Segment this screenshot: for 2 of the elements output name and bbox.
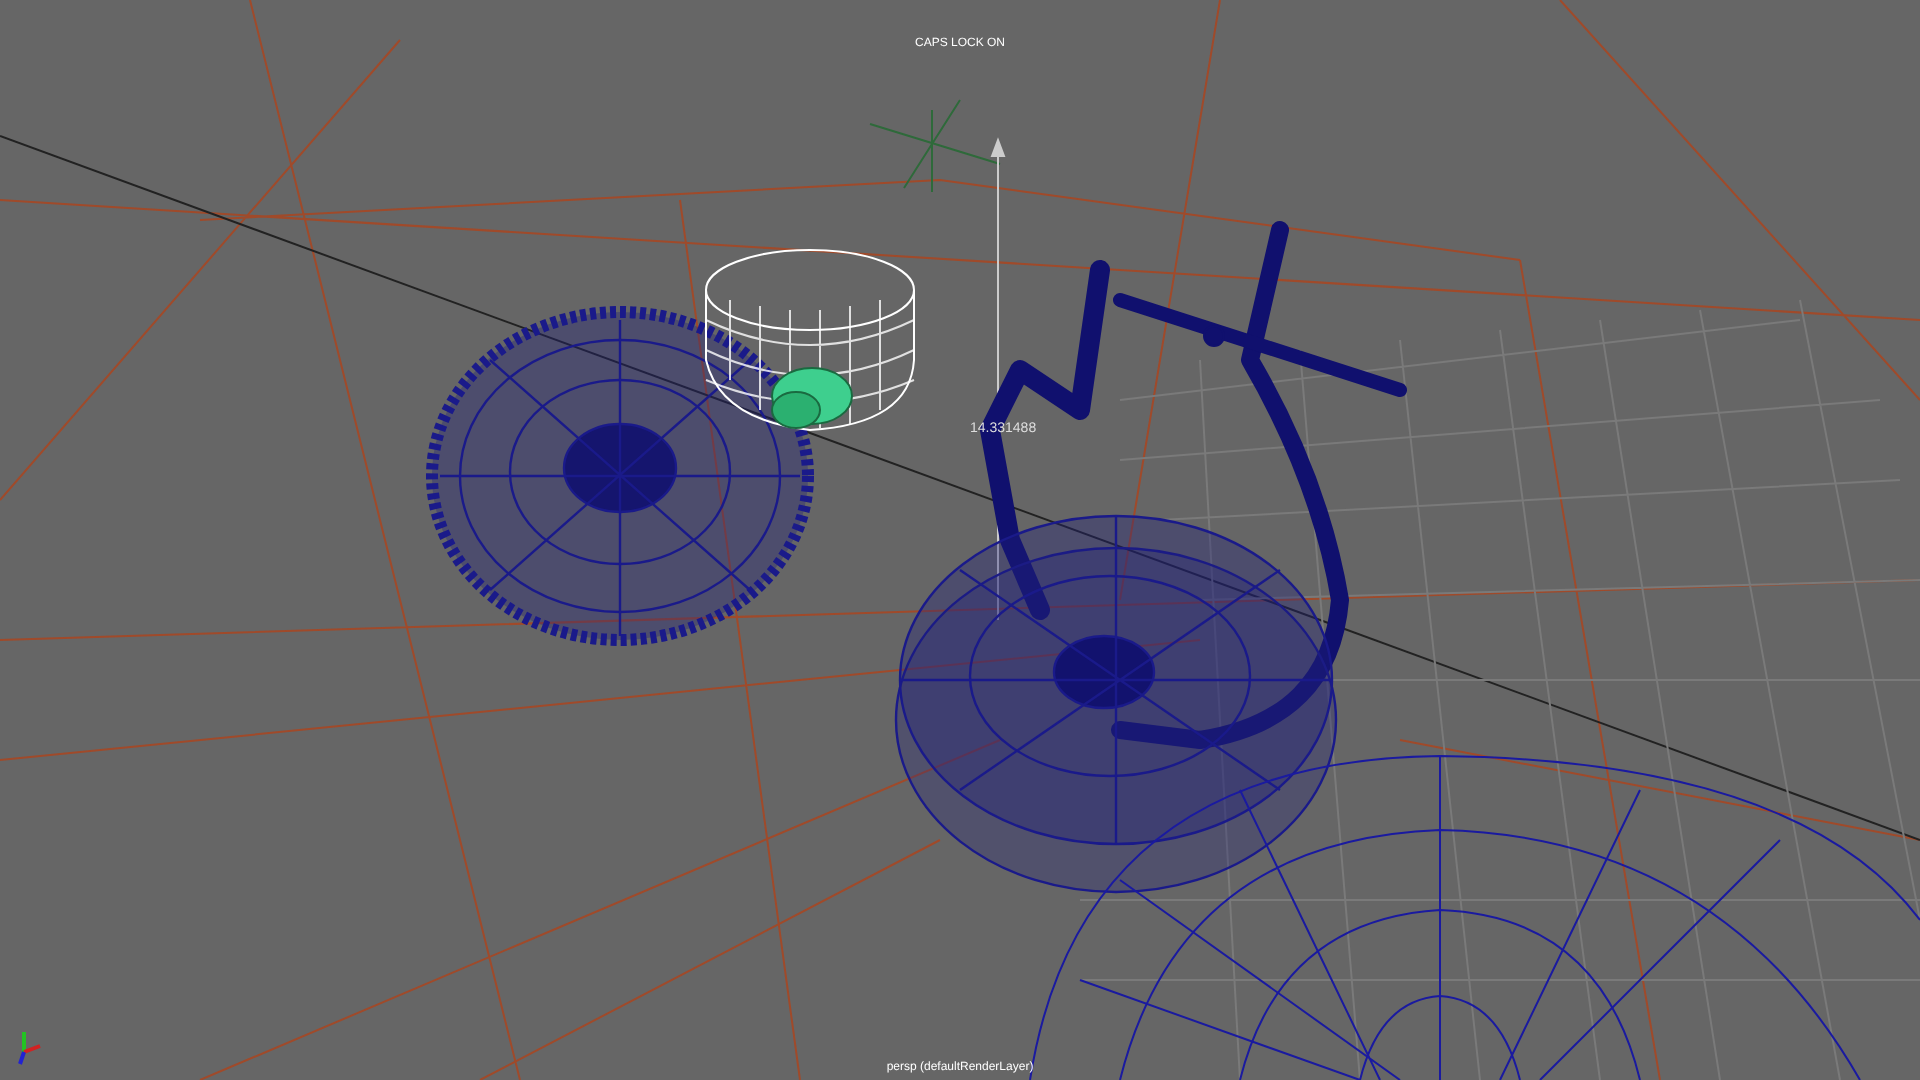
axis-indicator-icon: [18, 1032, 41, 1065]
origin-axis-icon: [869, 99, 1001, 193]
